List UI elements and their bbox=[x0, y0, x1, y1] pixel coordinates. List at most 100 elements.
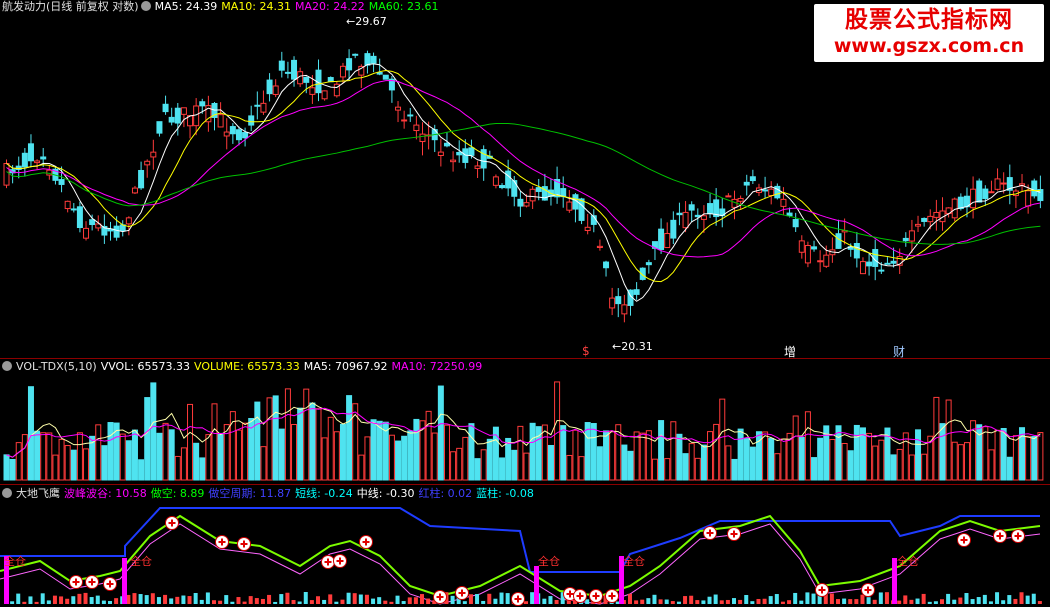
volume-bar bbox=[737, 428, 744, 481]
candle-body bbox=[168, 116, 175, 123]
candle-body bbox=[859, 261, 866, 275]
oscillator-bar bbox=[628, 593, 632, 604]
candle-body bbox=[933, 211, 940, 218]
oscillator-bar bbox=[787, 600, 792, 604]
settings-icon[interactable] bbox=[140, 1, 151, 11]
candle-body bbox=[988, 191, 995, 194]
vol-ma5-label: MA5: 70967.92 bbox=[303, 360, 388, 373]
ma60-line bbox=[6, 122, 1041, 245]
candle-body bbox=[370, 55, 377, 64]
candle-body bbox=[217, 114, 224, 128]
volume-bar bbox=[327, 416, 334, 481]
oscillator-bar bbox=[554, 599, 559, 604]
volume-bar bbox=[211, 403, 218, 481]
oscillator-bar bbox=[95, 595, 100, 604]
indicator-panel[interactable]: 大地飞鹰 波峰波谷: 10.58 做空: 8.89 做空周期: 11.87 短线: -0… bbox=[0, 486, 1050, 607]
oscillator-bar bbox=[175, 596, 180, 604]
candle-body bbox=[76, 206, 83, 229]
volume-bars-chart[interactable] bbox=[0, 360, 1050, 484]
oscillator-bar bbox=[248, 596, 253, 604]
volume-bar bbox=[46, 432, 53, 481]
volume-bar bbox=[529, 422, 536, 481]
oscillator-bar bbox=[683, 596, 688, 604]
volume-bar bbox=[902, 432, 909, 481]
ma5-line bbox=[6, 63, 1041, 302]
peak-valley-line bbox=[0, 523, 1041, 605]
volume-bar bbox=[890, 454, 897, 481]
candle-body bbox=[970, 188, 977, 209]
volume-label: VOLUME: 65573.33 bbox=[194, 360, 300, 373]
volume-bar bbox=[1025, 435, 1032, 481]
oscillator-bar bbox=[940, 599, 944, 604]
candle-body bbox=[229, 126, 236, 135]
stock-title: 航发动力(日线 前复权 对数) bbox=[2, 0, 139, 13]
oscillator-bar bbox=[1037, 601, 1042, 604]
volume-bar bbox=[3, 454, 10, 481]
volume-bar bbox=[1000, 427, 1007, 481]
candle-body bbox=[725, 195, 732, 198]
oscillator-bar bbox=[199, 599, 204, 604]
volume-bar bbox=[150, 382, 157, 481]
volume-bar bbox=[333, 431, 340, 481]
volume-bar bbox=[725, 445, 732, 481]
candle-body bbox=[682, 211, 689, 229]
oscillator-bar bbox=[988, 601, 993, 604]
volume-bar bbox=[688, 443, 695, 481]
volume-bar bbox=[676, 433, 683, 481]
oscillator-bar bbox=[138, 594, 143, 604]
oscillator-bar bbox=[811, 593, 816, 604]
ma20-line bbox=[6, 79, 1041, 258]
settings-icon[interactable] bbox=[2, 361, 12, 371]
candle-body bbox=[199, 101, 206, 107]
candle-body bbox=[902, 237, 909, 242]
candle-body bbox=[596, 245, 603, 248]
watermark-url: www.gszx.com.cn bbox=[833, 35, 1025, 57]
candle-body bbox=[578, 198, 585, 221]
volume-bar bbox=[621, 444, 628, 481]
oscillator-bar bbox=[964, 593, 969, 604]
candle-body bbox=[658, 228, 665, 250]
volume-bar bbox=[486, 438, 493, 481]
candle-body bbox=[266, 79, 273, 95]
oscillator-bar bbox=[316, 596, 320, 604]
candle-body bbox=[284, 71, 291, 74]
oscillator-bar bbox=[719, 600, 724, 604]
oscillator-bar bbox=[903, 595, 908, 604]
candle-body bbox=[645, 262, 652, 266]
volume-bar bbox=[388, 434, 395, 481]
candle-body bbox=[853, 243, 860, 259]
oscillator-bar bbox=[915, 598, 920, 604]
volume-bar bbox=[866, 432, 873, 481]
oscillator-bar bbox=[150, 593, 155, 604]
oscillator-bar bbox=[132, 593, 137, 604]
volume-bar bbox=[547, 444, 554, 481]
oscillator-bar bbox=[156, 597, 161, 604]
settings-icon[interactable] bbox=[2, 488, 12, 498]
oscillator-bar bbox=[34, 601, 39, 604]
event-marker[interactable]: $ bbox=[582, 344, 590, 358]
volume-panel[interactable]: VOL-TDX(5,10) VVOL: 65573.33 VOLUME: 65573… bbox=[0, 360, 1050, 484]
candle-body bbox=[113, 225, 120, 238]
volume-bar bbox=[566, 454, 573, 481]
oscillator-bar bbox=[548, 596, 553, 604]
oscillator-bar bbox=[750, 601, 755, 604]
oscillator-bar bbox=[542, 598, 547, 604]
candle-body bbox=[339, 65, 346, 78]
oscillator-bar bbox=[995, 592, 1000, 604]
oscillator-bar bbox=[46, 600, 51, 604]
volume-bar bbox=[713, 423, 720, 481]
volume-bar bbox=[52, 454, 59, 481]
oscillator-chart[interactable] bbox=[0, 486, 1050, 607]
volume-bar bbox=[921, 453, 928, 481]
oscillator-bar bbox=[468, 594, 473, 604]
oscillator-bar bbox=[475, 594, 480, 604]
volume-bar bbox=[560, 425, 567, 481]
oscillator-bar bbox=[1025, 595, 1030, 604]
candle-body bbox=[248, 115, 255, 126]
full-position-label: 全仓 bbox=[538, 555, 560, 568]
volume-bar bbox=[101, 445, 108, 481]
oscillator-bar bbox=[114, 598, 119, 604]
oscillator-bar bbox=[982, 594, 987, 604]
volume-bar bbox=[462, 436, 469, 481]
volume-bar bbox=[358, 454, 365, 481]
